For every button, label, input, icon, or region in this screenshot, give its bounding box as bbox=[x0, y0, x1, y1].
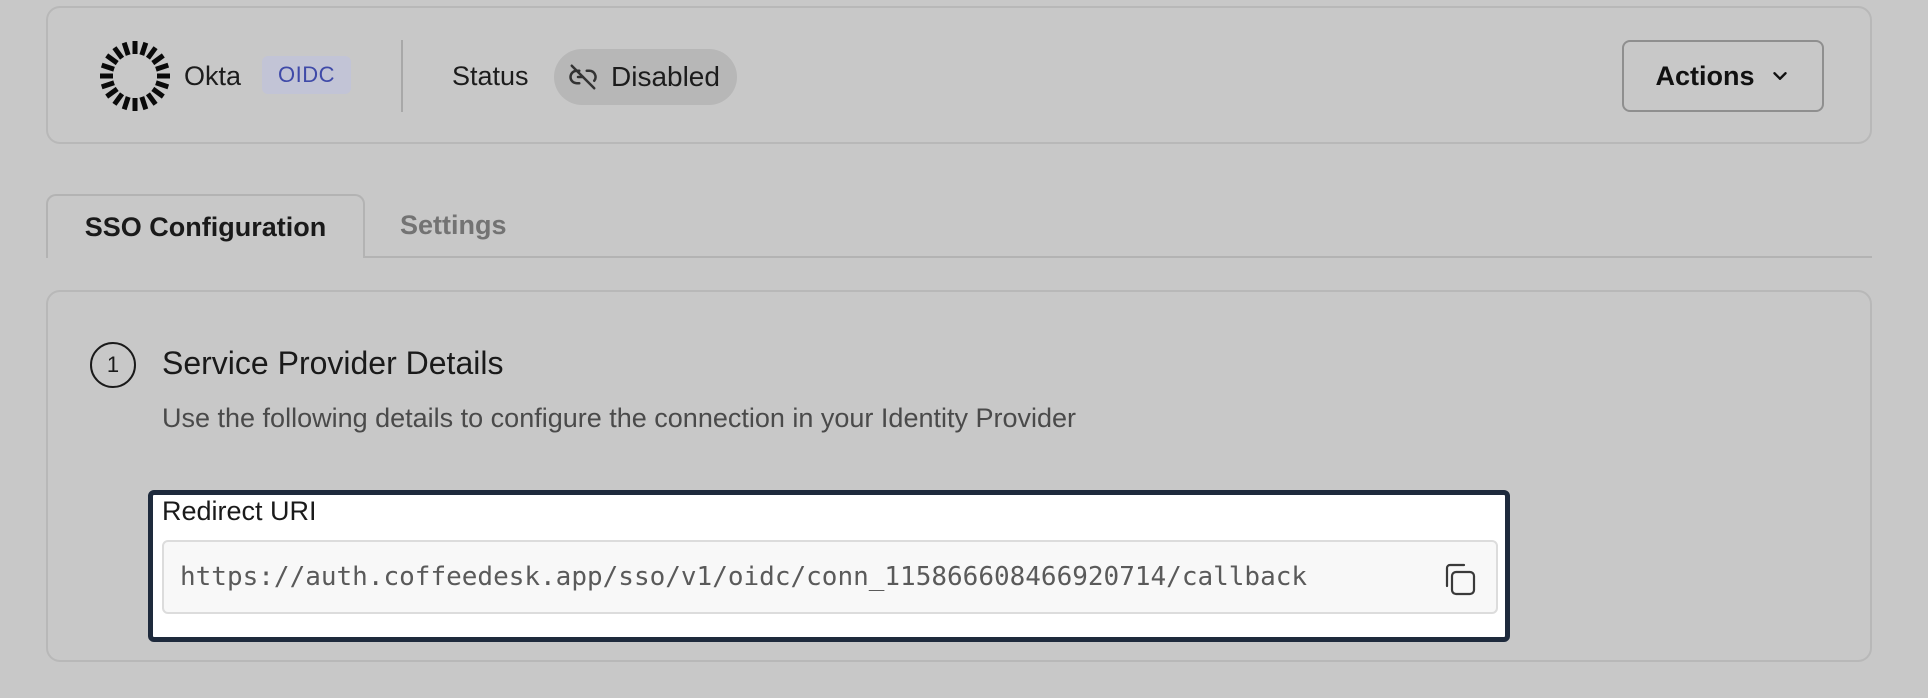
service-provider-card: 1 Service Provider Details Use the follo… bbox=[46, 290, 1872, 662]
redirect-uri-input[interactable]: https://auth.coffeedesk.app/sso/v1/oidc/… bbox=[162, 540, 1498, 614]
status-badge: Disabled bbox=[554, 49, 737, 105]
protocol-badge: OIDC bbox=[262, 56, 351, 94]
link-broken-icon bbox=[569, 64, 597, 90]
redirect-uri-value: https://auth.coffeedesk.app/sso/v1/oidc/… bbox=[180, 562, 1308, 592]
chevron-down-icon bbox=[1772, 72, 1787, 80]
connection-header-card: Okta OIDC Status Disabled Actions bbox=[46, 6, 1872, 144]
field-label: Redirect URI bbox=[162, 496, 317, 526]
tab-settings[interactable]: Settings bbox=[380, 194, 527, 256]
status-value: Disabled bbox=[611, 61, 720, 92]
actions-label: Actions bbox=[1655, 60, 1755, 91]
tab-sso-configuration[interactable]: SSO Configuration bbox=[46, 194, 365, 258]
tab-label: SSO Configuration bbox=[84, 211, 327, 242]
okta-logo-icon bbox=[100, 41, 170, 111]
header-divider bbox=[401, 40, 403, 112]
tab-label: Settings bbox=[400, 209, 507, 240]
copy-icon[interactable] bbox=[1440, 560, 1480, 600]
redirect-uri-field: Redirect URI https://auth.coffeedesk.app… bbox=[148, 490, 1510, 642]
actions-button[interactable]: Actions bbox=[1622, 40, 1824, 112]
section-title: Service Provider Details bbox=[162, 345, 504, 381]
provider-name: Okta bbox=[184, 61, 242, 91]
section-description: Use the following details to configure t… bbox=[162, 403, 1077, 433]
step-number: 1 bbox=[90, 342, 136, 388]
status-label: Status bbox=[452, 61, 529, 91]
